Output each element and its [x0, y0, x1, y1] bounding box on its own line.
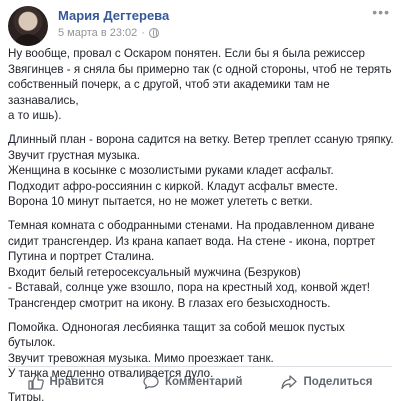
post-meta: 5 марта в 23:02 ·	[58, 27, 159, 39]
like-button[interactable]: Нравится	[27, 374, 104, 390]
comment-label: Комментарий	[164, 376, 243, 388]
action-bar: Нравится Комментарий Поделиться	[8, 368, 392, 396]
avatar[interactable]	[8, 6, 48, 46]
paragraph: Длинный план - ворона садится на ветку. …	[8, 132, 394, 209]
share-button[interactable]: Поделиться	[281, 374, 372, 390]
author-name[interactable]: Мария Дегтерева	[58, 8, 169, 23]
globe-icon[interactable]	[148, 28, 159, 38]
post-body: Ну вообще, провал с Оскаром понятен. Есл…	[8, 46, 394, 401]
comment-icon	[143, 374, 159, 390]
like-label: Нравится	[49, 376, 104, 388]
divider	[8, 366, 392, 367]
middot: ·	[141, 27, 145, 39]
paragraph: Ну вообще, провал с Оскаром понятен. Есл…	[8, 47, 392, 123]
timestamp[interactable]: 5 марта в 23:02	[58, 27, 137, 39]
share-label: Поделиться	[303, 376, 373, 388]
share-icon	[281, 374, 298, 390]
thumbs-up-icon	[27, 374, 44, 390]
paragraph: Темная комната с ободранными стенами. На…	[8, 218, 376, 310]
post-header: Мария Дегтерева 5 марта в 23:02 · •••	[8, 4, 392, 46]
more-icon[interactable]: •••	[372, 5, 390, 19]
facebook-post: Мария Дегтерева 5 марта в 23:02 · ••• Ну…	[0, 0, 400, 401]
comment-button[interactable]: Комментарий	[143, 374, 242, 390]
